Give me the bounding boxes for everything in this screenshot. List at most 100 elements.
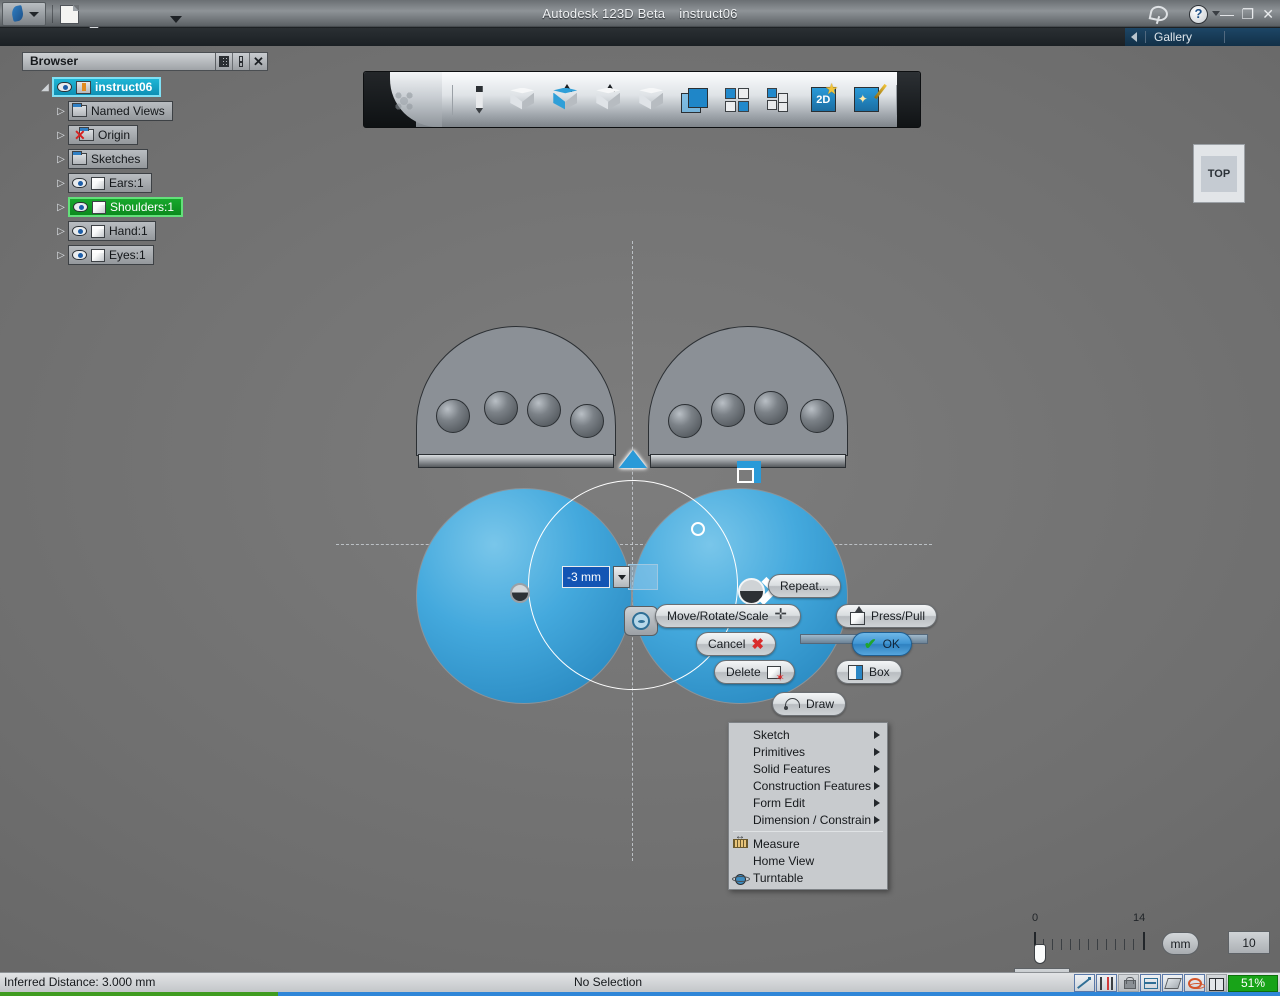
display-mode-toggle[interactable] [1206, 974, 1227, 992]
chevron-down-icon[interactable] [1212, 11, 1220, 16]
lock-toggle[interactable] [1118, 974, 1139, 992]
ruler-track[interactable] [1028, 932, 1151, 950]
group-tool[interactable] [763, 82, 797, 118]
expand-arrow-icon[interactable]: ▷ [54, 106, 68, 117]
menu-item-sketch[interactable]: Sketch [729, 726, 887, 743]
solid-body-icon [92, 200, 106, 214]
snap-point-marker[interactable] [691, 522, 705, 536]
move-rotate-scale-tool[interactable] [591, 82, 625, 118]
context-menu[interactable]: Sketch Primitives Solid Features Constru… [728, 722, 888, 890]
menu-item-primitives[interactable]: Primitives [729, 743, 887, 760]
ok-button[interactable]: ✔ OK [852, 632, 912, 656]
expand-arrow-icon[interactable]: ▷ [54, 154, 68, 165]
repeat-button[interactable]: Repeat... [768, 574, 841, 598]
tree-row-eyes[interactable]: ▷ Eyes:1 [22, 243, 268, 267]
sidebar-item-named-views[interactable]: Named Views [68, 101, 173, 121]
expand-arrow-icon[interactable]: ▷ [54, 130, 68, 141]
plane-icon [1163, 977, 1182, 989]
sidebar-item-origin[interactable]: ✕ Origin [68, 125, 139, 145]
main-toolbar[interactable]: 2D ★ [363, 71, 921, 128]
pattern-tool[interactable] [720, 82, 754, 118]
sidebar-item-shoulders[interactable]: Shoulders:1 [68, 197, 184, 217]
draw-button[interactable]: Draw [772, 692, 847, 716]
browser-close-button[interactable]: ✕ [250, 53, 267, 70]
effects-tool[interactable] [849, 82, 887, 118]
tree-row-origin[interactable]: ▷ ✕ Origin [22, 123, 268, 147]
move-arrow-handle[interactable] [619, 450, 647, 468]
browser-panel[interactable]: Browser ✕ ◢ instruct06 ▷ Named Views ▷ ✕… [22, 52, 268, 267]
pivot-handle[interactable] [510, 583, 530, 603]
plane-toggle[interactable] [1162, 974, 1183, 992]
dimension-input[interactable]: -3 mm [562, 566, 610, 588]
sidebar-item-hand[interactable]: Hand:1 [68, 221, 156, 241]
box-button[interactable]: Box [836, 660, 902, 684]
viewport[interactable]: Browser ✕ ◢ instruct06 ▷ Named Views ▷ ✕… [0, 46, 1280, 972]
tree-row-shoulders[interactable]: ▷ Shoulders:1 [22, 195, 268, 219]
menu-item-measure[interactable]: Measure [729, 831, 887, 852]
expand-arrow-icon[interactable]: ▷ [54, 250, 68, 261]
menu-item-dimension-constrain[interactable]: Dimension / Constrain [729, 811, 887, 828]
cancel-button[interactable]: Cancel ✖ [696, 632, 776, 656]
tree-row-instruct06[interactable]: ◢ instruct06 [22, 75, 268, 99]
sphere-detail [436, 399, 470, 433]
back-arrow-icon[interactable] [1131, 32, 1137, 42]
dimension-input-group[interactable]: -3 mm [562, 566, 630, 588]
combine-tool[interactable] [677, 82, 711, 118]
menu-item-form-edit[interactable]: Form Edit [729, 794, 887, 811]
menu-item-turntable[interactable]: Turntable [729, 869, 887, 886]
view-cube[interactable]: TOP [1193, 144, 1245, 203]
sidebar-item-ears[interactable]: Ears:1 [68, 173, 152, 193]
restore-button[interactable]: ❐ [1241, 4, 1254, 24]
sidebar-item-eyes[interactable]: Eyes:1 [68, 245, 154, 265]
visibility-eye-icon[interactable] [72, 226, 87, 236]
browser-split-button[interactable] [233, 53, 250, 70]
grid-toggle[interactable] [1140, 974, 1161, 992]
browser-tree[interactable]: ◢ instruct06 ▷ Named Views ▷ ✕ Origin ▷ … [22, 75, 268, 267]
tree-row-ears[interactable]: ▷ Ears:1 [22, 171, 268, 195]
ruler-value-right[interactable]: 10 [1228, 931, 1270, 954]
sidebar-item-sketches[interactable]: Sketches [68, 149, 149, 169]
visibility-eye-icon[interactable] [57, 82, 72, 92]
expand-arrow-icon[interactable]: ▷ [54, 226, 68, 237]
corner-scale-handle[interactable] [737, 461, 761, 483]
status-toggles[interactable]: 51% [1074, 974, 1278, 992]
gallery-tab[interactable]: Gallery [1125, 28, 1280, 46]
midpoint-toggle[interactable] [1096, 974, 1117, 992]
toolbar-tools[interactable]: 2D ★ [416, 72, 898, 127]
menu-item-home-view[interactable]: Home View [729, 852, 887, 869]
view-cube-face-label[interactable]: TOP [1201, 155, 1237, 192]
menu-item-construction-features[interactable]: Construction Features [729, 777, 887, 794]
minimize-button[interactable]: — [1220, 4, 1234, 24]
primitives-tool[interactable] [505, 82, 539, 118]
press-pull-tool[interactable] [548, 82, 582, 118]
dimension-dropdown-button[interactable] [613, 566, 630, 588]
sidebar-item-instruct06[interactable]: instruct06 [52, 77, 162, 97]
expand-arrow-icon[interactable]: ◢ [38, 82, 52, 93]
visibility-eye-icon[interactable] [72, 250, 87, 260]
delete-button[interactable]: Delete [714, 660, 795, 684]
unit-selector[interactable]: mm [1162, 932, 1199, 955]
orbit-toggle[interactable] [1184, 974, 1205, 992]
move-rotate-scale-button[interactable]: Move/Rotate/Scale [655, 604, 802, 628]
satellite-dish-icon[interactable] [1148, 5, 1170, 24]
ghost-preview-box [628, 564, 658, 590]
orbit-gizmo-icon[interactable] [624, 606, 658, 636]
two-d-tool[interactable]: 2D ★ [806, 82, 840, 118]
menu-item-label: Measure [753, 836, 800, 851]
visibility-eye-icon[interactable] [73, 202, 88, 212]
help-button[interactable]: ? [1189, 5, 1208, 24]
expand-arrow-icon[interactable]: ▷ [54, 178, 68, 189]
ruler-slider-handle[interactable] [1034, 944, 1046, 964]
press-pull-button[interactable]: Press/Pull [836, 604, 938, 628]
tree-row-named-views[interactable]: ▷ Named Views [22, 99, 268, 123]
snap-toggle[interactable] [1074, 974, 1095, 992]
menu-item-solid-features[interactable]: Solid Features [729, 760, 887, 777]
browser-grid-button[interactable] [216, 53, 233, 70]
modify-tool[interactable] [634, 82, 668, 118]
visibility-eye-icon[interactable] [72, 178, 87, 188]
close-button[interactable]: ✕ [1262, 4, 1274, 24]
tree-row-hand[interactable]: ▷ Hand:1 [22, 219, 268, 243]
expand-arrow-icon[interactable]: ▷ [54, 202, 68, 213]
tree-row-sketches[interactable]: ▷ Sketches [22, 147, 268, 171]
sketch-tool[interactable] [462, 82, 496, 118]
